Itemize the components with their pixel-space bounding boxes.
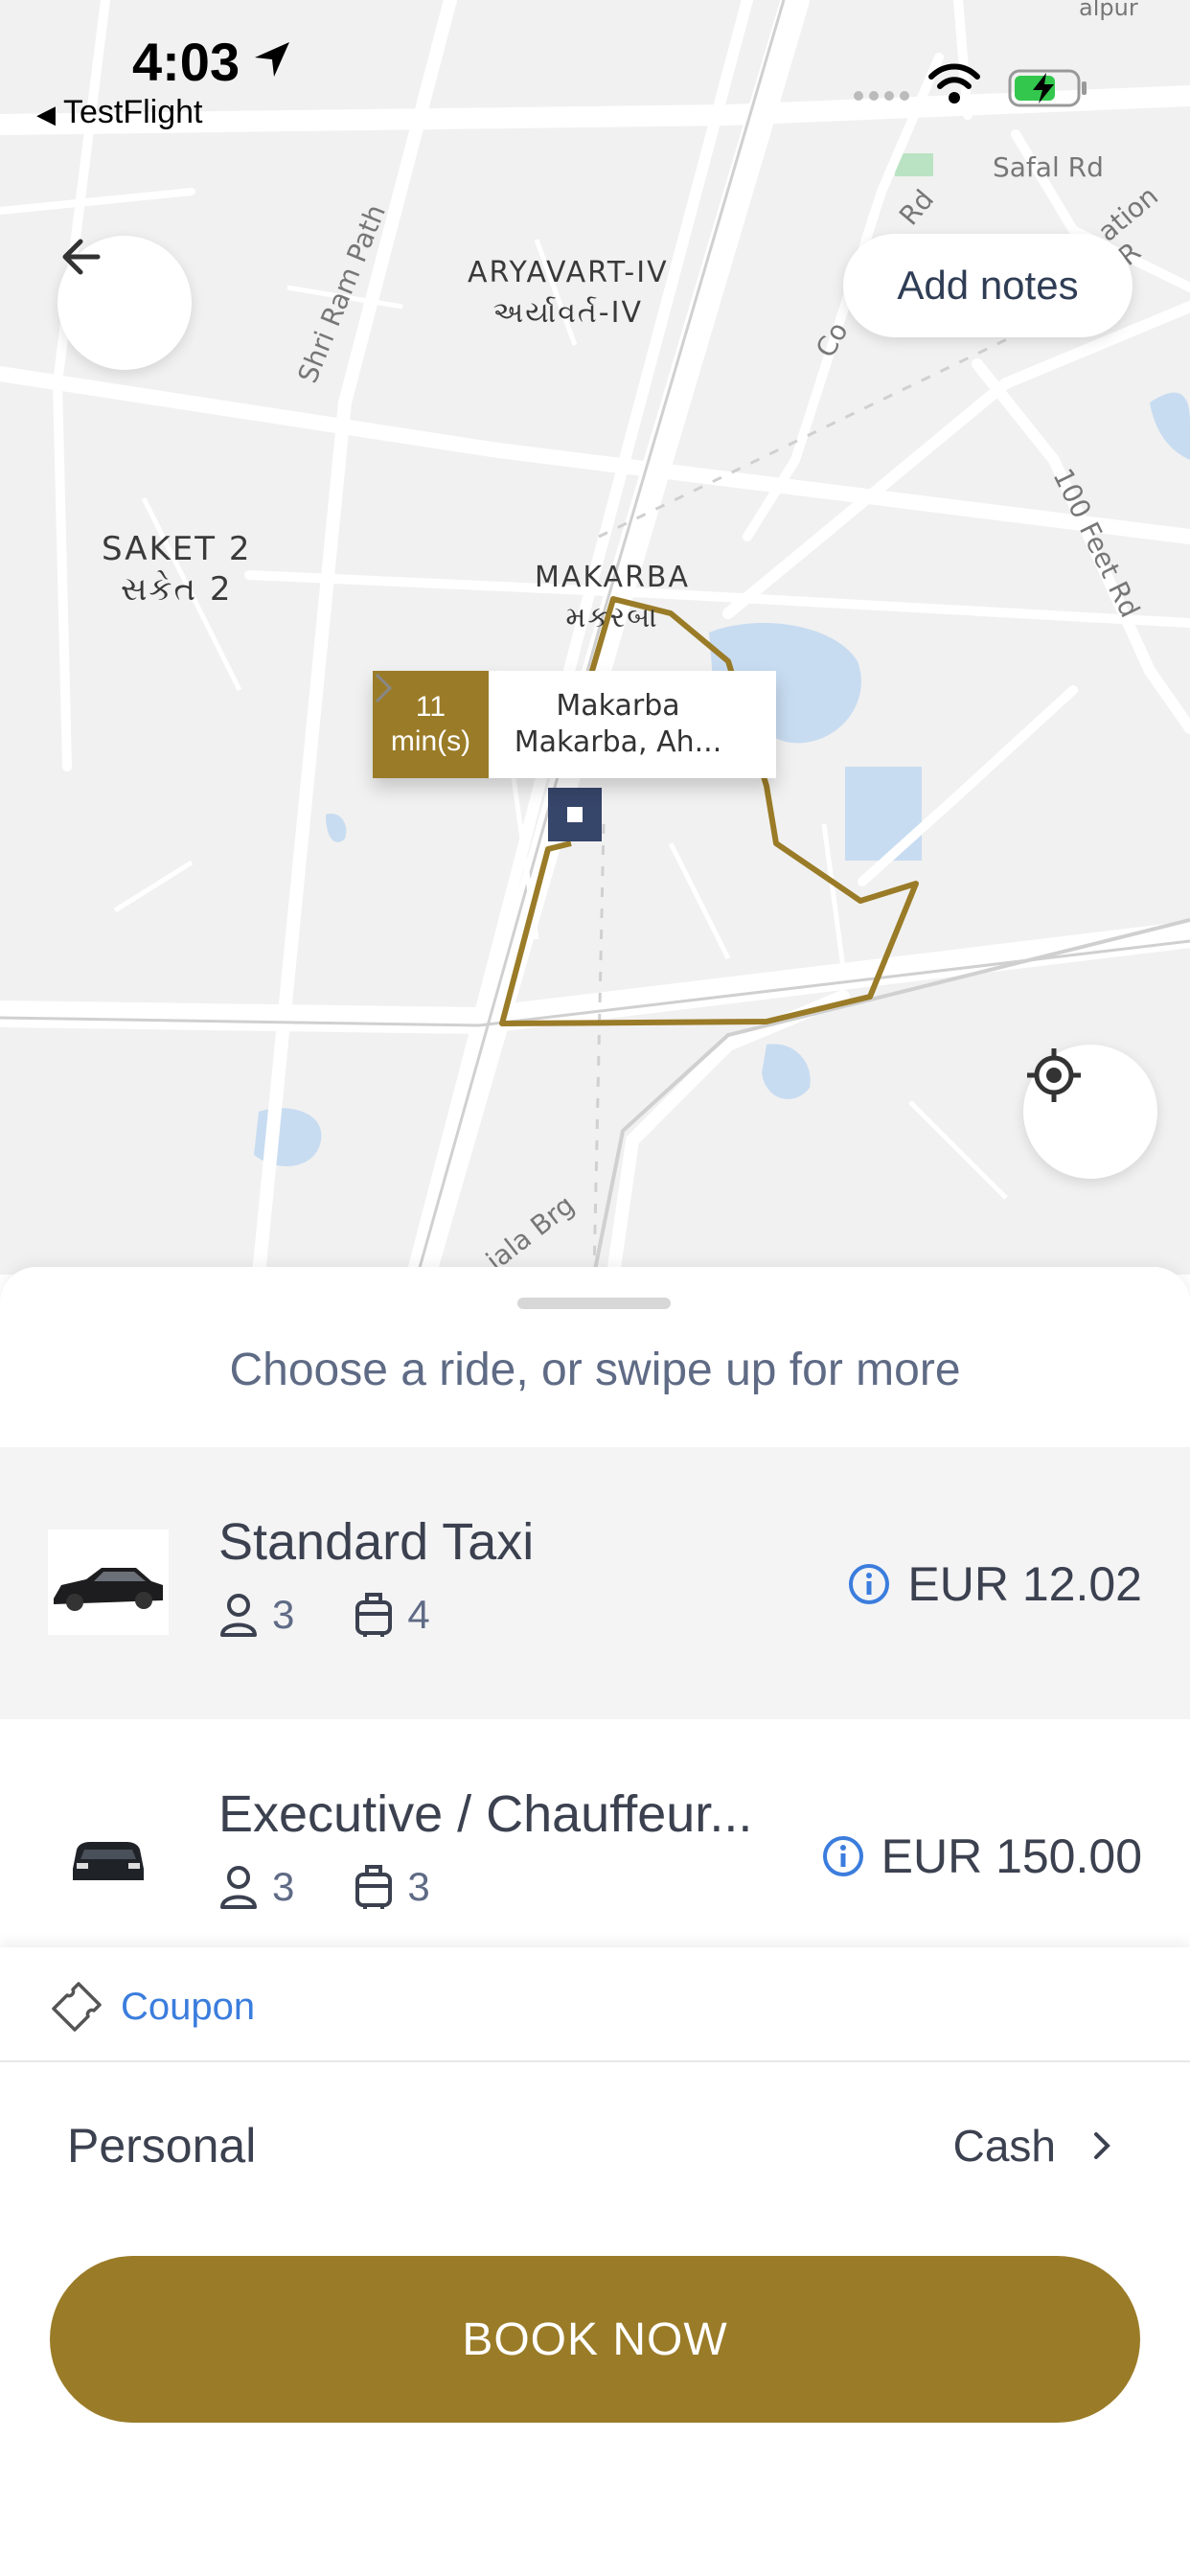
back-to-app-link[interactable]: ◀ TestFlight: [36, 94, 203, 131]
luggage-count: 4: [407, 1592, 430, 1637]
signal-dots-icon: [854, 91, 909, 101]
info-icon[interactable]: [848, 1563, 890, 1605]
passenger-count: 3: [272, 1864, 295, 1909]
ride-price[interactable]: EUR 150.00: [822, 1828, 1142, 1884]
back-button[interactable]: [57, 236, 192, 370]
road-label-safal: Safal Rd: [993, 151, 1104, 183]
ride-capacity: 3 4: [218, 1591, 490, 1639]
back-app-label: TestFlight: [63, 94, 203, 130]
book-now-button[interactable]: BOOK NOW: [50, 2256, 1140, 2423]
coupon-button[interactable]: Coupon: [50, 1980, 255, 2034]
ride-capacity: 3 3: [218, 1863, 490, 1911]
payment-method-selector[interactable]: Cash: [953, 2120, 1111, 2172]
price-value: EUR 150.00: [881, 1829, 1142, 1883]
payment-label: Cash: [952, 2121, 1056, 2171]
eta-unit: min(s): [390, 725, 471, 757]
passenger-count: 3: [272, 1592, 295, 1637]
area-label-makarba: MAKARBA મકરબા: [535, 561, 691, 634]
ride-price[interactable]: EUR 12.02: [848, 1556, 1142, 1612]
recenter-button[interactable]: [1023, 1045, 1157, 1179]
person-icon: [220, 1594, 257, 1637]
add-notes-button[interactable]: Add notes: [843, 234, 1133, 337]
battery-charging-icon: [1008, 69, 1087, 107]
coupon-label: Coupon: [121, 1985, 256, 2028]
ride-name: Executive / Chauffeur...: [218, 1785, 753, 1843]
area-label-saket: SAKET 2 સકેત 2: [102, 530, 252, 609]
arrow-left-icon: [62, 239, 101, 275]
status-bar: 4:03 ◀ TestFlight: [0, 0, 1190, 130]
info-icon[interactable]: [822, 1835, 864, 1877]
price-value: EUR 12.02: [907, 1557, 1142, 1611]
destination-marker[interactable]: [548, 788, 602, 841]
map-view[interactable]: ARYAVART-IV અર્યાવર્ત-IV SAKET 2 સકેત 2 MA…: [0, 0, 1190, 1275]
eta-place: Makarba: [556, 689, 680, 723]
crosshair-icon: [1027, 1048, 1081, 1102]
luggage-icon: [355, 1593, 393, 1637]
ride-name: Standard Taxi: [218, 1513, 535, 1571]
booking-footer: Coupon Personal Cash BOOK NOW: [0, 1947, 1190, 2576]
chevron-right-icon: [1094, 2132, 1110, 2159]
luggage-count: 3: [407, 1864, 430, 1909]
divider: [0, 2060, 1190, 2062]
eta-address: Makarba, Ah...: [514, 725, 722, 759]
eta-destination: Makarba Makarba, Ah...: [489, 671, 776, 778]
sheet-handle[interactable]: [517, 1298, 671, 1309]
ride-option-standard[interactable]: Standard Taxi 3 4 EUR 12.02: [0, 1447, 1190, 1719]
sheet-title: Choose a ride, or swipe up for more: [229, 1345, 961, 1395]
location-arrow-icon: [255, 42, 289, 77]
status-time: 4:03: [132, 32, 240, 92]
sedan-car-image: [48, 1530, 169, 1635]
chevron-right-icon: [375, 673, 393, 703]
wifi-icon: [928, 63, 980, 104]
profile-selector[interactable]: Personal: [67, 2118, 256, 2174]
area-label-aryavart: ARYAVART-IV અર્યાવર્ત-IV: [468, 256, 669, 330]
ticket-icon: [52, 1982, 102, 2032]
executive-car-image: [73, 1842, 144, 1880]
luggage-icon: [355, 1865, 393, 1909]
eta-callout[interactable]: 11 min(s) Makarba Makarba, Ah...: [373, 671, 776, 778]
person-icon: [220, 1866, 257, 1909]
